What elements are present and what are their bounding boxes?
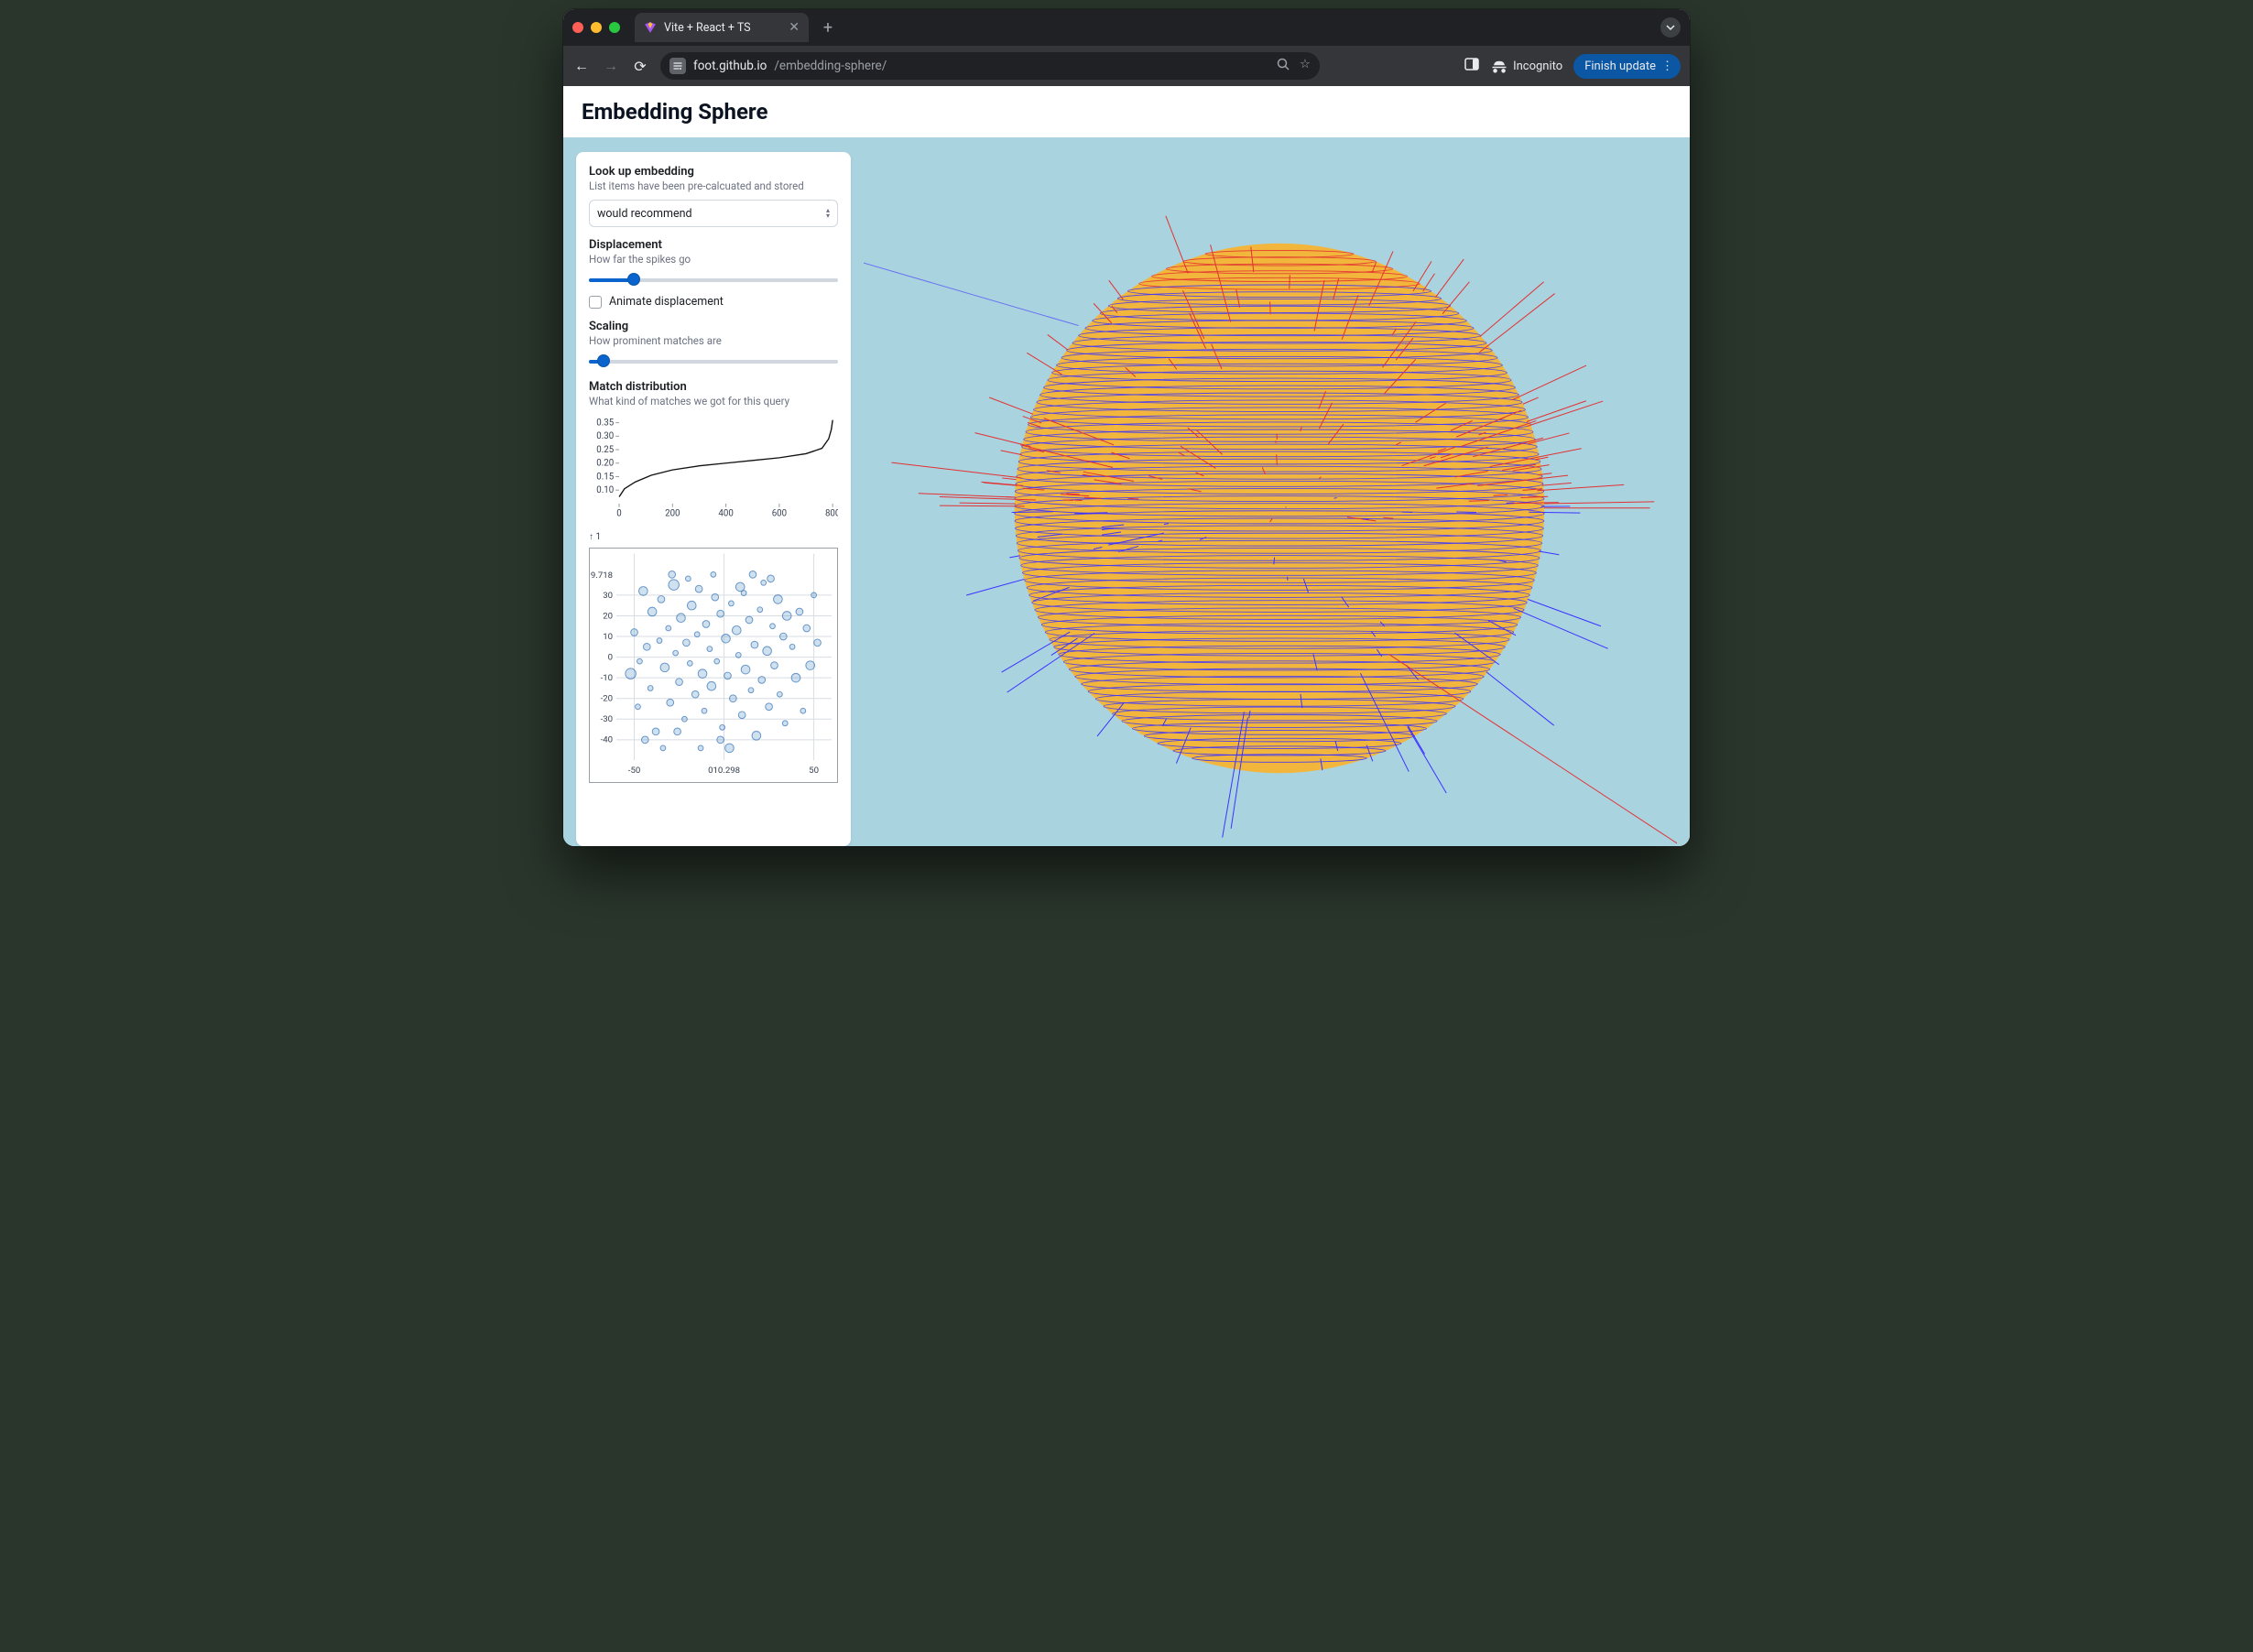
incognito-label: Incognito bbox=[1513, 60, 1562, 73]
zoom-icon[interactable] bbox=[1276, 57, 1290, 75]
nav-back-button[interactable]: ← bbox=[572, 57, 591, 75]
page-header: Embedding Sphere bbox=[563, 86, 1690, 137]
browser-window: Vite + React + TS ✕ + ← → ⟳ foot.github.… bbox=[563, 9, 1690, 846]
nav-forward-button[interactable]: → bbox=[602, 57, 620, 75]
animate-checkbox-row[interactable]: Animate displacement bbox=[589, 295, 838, 309]
scaling-sub: How prominent matches are bbox=[589, 334, 838, 347]
displacement-slider[interactable] bbox=[589, 273, 838, 288]
svg-text:0.10: 0.10 bbox=[596, 485, 614, 495]
tab-strip: Vite + React + TS ✕ + bbox=[563, 9, 1690, 46]
svg-text:0: 0 bbox=[616, 509, 621, 519]
displacement-label: Displacement bbox=[589, 238, 838, 252]
animate-label: Animate displacement bbox=[609, 295, 724, 309]
control-panel: Look up embedding List items have been p… bbox=[576, 152, 851, 846]
svg-text:0: 0 bbox=[608, 653, 613, 663]
sphere-visualization[interactable] bbox=[864, 152, 1677, 846]
svg-text:010.298: 010.298 bbox=[708, 766, 740, 776]
nav-reload-button[interactable]: ⟳ bbox=[631, 58, 649, 75]
svg-text:0.20: 0.20 bbox=[596, 459, 614, 469]
scaling-group: Scaling How prominent matches are bbox=[589, 320, 838, 369]
match-scatter-chart: -40 -30 -20 -10 0 10 20 30 19.718 -50 010.298 50 bbox=[590, 549, 837, 778]
embedding-select[interactable]: would recommend ▴▾ bbox=[589, 200, 838, 227]
lookup-label: Look up embedding bbox=[589, 165, 838, 179]
svg-text:-50: -50 bbox=[628, 766, 640, 776]
window-controls bbox=[572, 22, 620, 33]
page-content: Look up embedding List items have been p… bbox=[563, 137, 1690, 846]
svg-text:50: 50 bbox=[809, 766, 819, 776]
lookup-group: Look up embedding List items have been p… bbox=[589, 165, 838, 227]
svg-text:0.15: 0.15 bbox=[596, 472, 614, 482]
svg-text:0.35: 0.35 bbox=[596, 418, 614, 429]
svg-text:400: 400 bbox=[718, 509, 733, 519]
address-bar[interactable]: foot.github.io/embedding-sphere/ ☆ bbox=[660, 52, 1320, 80]
match-scatter-chart-frame: -40 -30 -20 -10 0 10 20 30 19.718 -50 010.298 50 bbox=[589, 548, 838, 783]
incognito-icon bbox=[1491, 58, 1507, 74]
svg-text:-30: -30 bbox=[601, 714, 613, 724]
kebab-menu-icon: ⋮ bbox=[1661, 60, 1673, 73]
displacement-sub: How far the spikes go bbox=[589, 253, 838, 266]
animate-checkbox[interactable] bbox=[589, 296, 602, 309]
page: Embedding Sphere Look up embedding List … bbox=[563, 86, 1690, 846]
svg-text:-10: -10 bbox=[601, 673, 613, 683]
svg-text:30: 30 bbox=[603, 591, 613, 601]
finish-update-label: Finish update bbox=[1584, 60, 1656, 73]
browser-tab[interactable]: Vite + React + TS ✕ bbox=[635, 13, 809, 42]
incognito-indicator[interactable]: Incognito bbox=[1491, 58, 1562, 74]
match-distribution-group: Match distribution What kind of matches … bbox=[589, 380, 838, 783]
chevron-down-icon bbox=[1666, 23, 1675, 32]
match-line-chart: 0.10 0.15 0.20 0.25 0.30 0.35 0 200 400 600 800 bbox=[589, 408, 838, 523]
finish-update-button[interactable]: Finish update ⋮ bbox=[1573, 54, 1681, 79]
svg-text:0.25: 0.25 bbox=[596, 445, 614, 455]
close-window-button[interactable] bbox=[572, 22, 583, 33]
svg-text:-20: -20 bbox=[601, 694, 613, 704]
match-label: Match distribution bbox=[589, 380, 838, 394]
page-title: Embedding Sphere bbox=[582, 99, 1671, 125]
tabs-overflow-button[interactable] bbox=[1660, 17, 1681, 38]
embedding-select-value: would recommend bbox=[597, 207, 692, 221]
vite-favicon-icon bbox=[644, 21, 657, 34]
scaling-label: Scaling bbox=[589, 320, 838, 333]
site-settings-icon[interactable] bbox=[669, 58, 686, 74]
svg-text:200: 200 bbox=[665, 509, 680, 519]
svg-text:10: 10 bbox=[603, 632, 613, 642]
scatter-axis-arrow: ↑ 1 bbox=[589, 532, 838, 542]
select-caret-icon: ▴▾ bbox=[826, 208, 830, 219]
browser-toolbar: ← → ⟳ foot.github.io/embedding-sphere/ ☆… bbox=[563, 46, 1690, 86]
svg-text:800: 800 bbox=[825, 509, 838, 519]
match-sub: What kind of matches we got for this que… bbox=[589, 395, 838, 408]
displacement-group: Displacement How far the spikes go Anima… bbox=[589, 238, 838, 309]
lookup-sub: List items have been pre-calcuated and s… bbox=[589, 179, 838, 192]
scaling-slider[interactable] bbox=[589, 354, 838, 369]
svg-text:600: 600 bbox=[772, 509, 787, 519]
close-tab-icon[interactable]: ✕ bbox=[789, 21, 800, 34]
bookmark-icon[interactable]: ☆ bbox=[1300, 57, 1311, 75]
svg-text:0.30: 0.30 bbox=[596, 431, 614, 441]
minimize-window-button[interactable] bbox=[591, 22, 602, 33]
side-panel-icon[interactable] bbox=[1464, 56, 1480, 76]
svg-text:20: 20 bbox=[603, 612, 613, 622]
new-tab-button[interactable]: + bbox=[816, 18, 840, 38]
url-path: /embedding-sphere/ bbox=[774, 59, 887, 73]
tab-title: Vite + React + TS bbox=[664, 21, 751, 35]
maximize-window-button[interactable] bbox=[609, 22, 620, 33]
url-host: foot.github.io bbox=[693, 59, 767, 73]
svg-text:-40: -40 bbox=[601, 735, 613, 745]
svg-text:19.718: 19.718 bbox=[590, 571, 613, 581]
